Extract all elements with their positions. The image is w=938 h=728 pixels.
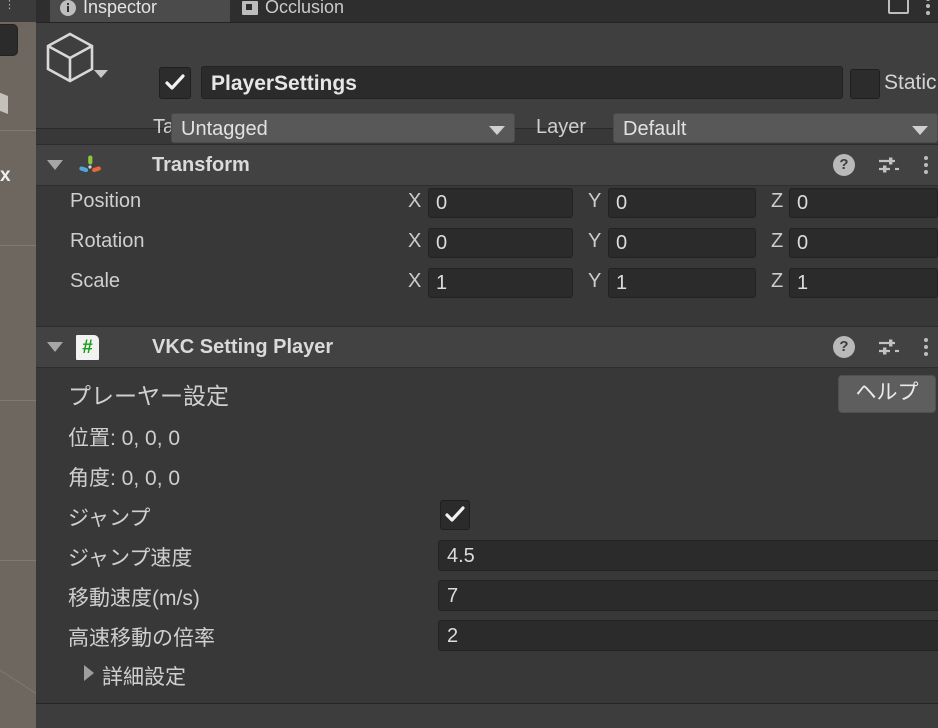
rotation-info-text: 角度: 0, 0, 0 (68, 462, 180, 492)
strip-divider (0, 130, 36, 131)
chevron-down-icon (912, 126, 928, 135)
advanced-settings-label[interactable]: 詳細設定 (102, 661, 186, 691)
sprint-multiplier-label: 高速移動の倍率 (68, 622, 215, 652)
help-icon[interactable]: ? (833, 154, 855, 176)
vkc-foldout-arrow[interactable] (47, 342, 63, 352)
kebab-menu-icon[interactable] (923, 338, 928, 356)
axis-z-label: Z (771, 190, 783, 213)
jump-speed-label: ジャンプ速度 (68, 542, 192, 572)
position-z-input[interactable]: 0 (789, 188, 938, 218)
axis-x-label: X (408, 230, 421, 253)
layer-value: Default (623, 118, 686, 140)
tag-value: Untagged (181, 118, 268, 140)
checkmark-icon (164, 73, 186, 93)
transform-title: Transform (152, 154, 250, 177)
panel-tab-bar: Inspector Occlusion (36, 0, 938, 23)
adjacent-panel-strip: ⋮ x (0, 0, 36, 728)
jump-speed-input[interactable]: 4.5 (438, 540, 938, 571)
axis-x-label: X (408, 270, 421, 293)
transform-foldout-arrow[interactable] (47, 160, 63, 170)
adjacent-panel-footer (0, 694, 36, 728)
adjacent-axis-x-label: x (0, 165, 11, 187)
scale-z-input[interactable]: 1 (789, 268, 938, 298)
strip-divider (0, 560, 36, 561)
strip-divider (0, 400, 36, 401)
position-info-text: 位置: 0, 0, 0 (68, 422, 180, 452)
move-speed-input[interactable]: 7 (438, 580, 938, 611)
chevron-down-icon (489, 126, 505, 135)
rotation-y-input[interactable]: 0 (608, 228, 756, 258)
jump-checkbox[interactable] (440, 500, 470, 530)
adjacent-cursor-icon (0, 92, 8, 114)
layer-dropdown[interactable]: Default (613, 113, 938, 143)
adjacent-tool-button[interactable] (0, 24, 18, 56)
transform-position-label: Position (70, 190, 141, 213)
adjacent-kebab-icon[interactable]: ⋮ (4, 2, 8, 18)
static-checkbox[interactable] (850, 69, 880, 99)
preset-icon[interactable] (877, 155, 901, 175)
tab-inspector[interactable]: Inspector (50, 0, 230, 22)
advanced-settings-foldout-arrow[interactable] (84, 665, 94, 681)
static-label: Static (884, 69, 937, 97)
kebab-menu-icon[interactable] (925, 0, 930, 15)
window-layout-icon[interactable] (888, 0, 909, 14)
occlusion-icon (242, 1, 258, 15)
adjacent-panel-tabbar: ⋮ (0, 0, 36, 22)
inspector-panel: Inspector Occlusion Playe (36, 0, 938, 728)
strip-divider (0, 245, 36, 246)
tab-occlusion-label: Occlusion (265, 0, 344, 18)
component-header-transform[interactable]: Transform ? (36, 144, 938, 186)
sprint-multiplier-input[interactable]: 2 (438, 620, 938, 651)
axis-y-label: Y (588, 230, 601, 253)
gameobject-icon-dropdown-caret[interactable] (94, 70, 108, 78)
tag-dropdown[interactable]: Untagged (171, 113, 515, 143)
gameobject-cube-icon[interactable] (42, 29, 98, 85)
unity-editor-window: ⋮ x Inspector Occlusion (0, 0, 938, 728)
checkmark-icon (444, 505, 466, 525)
axis-y-label: Y (588, 190, 601, 213)
tab-occlusion[interactable]: Occlusion (232, 0, 408, 22)
inspector-footer (36, 704, 938, 728)
scale-x-input[interactable]: 1 (428, 268, 573, 298)
panel-divider (36, 692, 938, 704)
axis-z-label: Z (771, 270, 783, 293)
panel-window-controls (888, 0, 930, 15)
move-speed-label: 移動速度(m/s) (68, 582, 200, 612)
axis-z-label: Z (771, 230, 783, 253)
transform-header-tools: ? (833, 154, 928, 176)
position-x-input[interactable]: 0 (428, 188, 573, 218)
position-y-input[interactable]: 0 (608, 188, 756, 218)
kebab-menu-icon[interactable] (923, 156, 928, 174)
rotation-x-input[interactable]: 0 (428, 228, 573, 258)
transform-scale-label: Scale (70, 270, 120, 293)
help-button[interactable]: ヘルプ (838, 375, 936, 413)
csharp-script-icon: # (76, 335, 99, 360)
vkc-title: VKC Setting Player (152, 336, 333, 359)
axis-x-label: X (408, 190, 421, 213)
info-icon (60, 0, 76, 16)
player-settings-section-title: プレーヤー設定 (68, 377, 229, 411)
help-icon[interactable]: ? (833, 336, 855, 358)
scale-y-input[interactable]: 1 (608, 268, 756, 298)
jump-label: ジャンプ (68, 502, 150, 532)
gameobject-header: PlayerSettings Static Tag Untagged Layer… (36, 23, 938, 129)
tab-inspector-label: Inspector (83, 0, 157, 18)
preset-icon[interactable] (877, 337, 901, 357)
transform-axis-icon (78, 154, 102, 178)
layer-label: Layer (536, 116, 586, 139)
gameobject-name-input[interactable]: PlayerSettings (201, 66, 843, 99)
axis-y-label: Y (588, 270, 601, 293)
rotation-z-input[interactable]: 0 (789, 228, 938, 258)
vkc-header-tools: ? (833, 336, 928, 358)
component-header-vkc-setting-player[interactable]: # VKC Setting Player ? (36, 326, 938, 368)
gameobject-enabled-checkbox[interactable] (159, 67, 191, 99)
transform-rotation-label: Rotation (70, 230, 145, 253)
